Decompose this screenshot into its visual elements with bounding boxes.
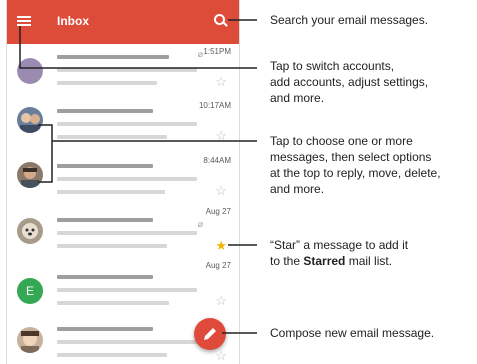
message-row[interactable]: ⌀ 1:51PM ☆ <box>7 44 239 100</box>
subject-line <box>57 122 197 126</box>
snippet-line <box>57 301 169 305</box>
subject-line <box>57 177 197 181</box>
sender-line <box>57 275 153 279</box>
snippet-line <box>57 353 167 357</box>
sender-line <box>57 218 153 222</box>
callout-star-pre: to the <box>270 254 304 268</box>
callout-compose: Compose new email message. <box>270 325 434 341</box>
callout-choose-line3: at the top to reply, move, delete, <box>270 166 441 180</box>
callout-search: Search your email messages. <box>270 12 428 28</box>
paperclip-icon: ⌀ <box>197 49 203 59</box>
avatar <box>17 162 43 188</box>
star-icon[interactable]: ☆ <box>215 74 227 90</box>
message-time: 1:51PM <box>203 47 231 56</box>
callout-search-text: Search your email messages. <box>270 13 429 27</box>
callout-star-post: mail list. <box>345 254 393 268</box>
avatar <box>17 327 43 353</box>
subject-line <box>57 288 197 292</box>
callout-compose-text: Compose new email message. <box>270 326 435 340</box>
subject-line <box>57 231 197 235</box>
phone-screen: Inbox ⌀ 1:51PM ☆ 10:17AM ☆ 8:44AM ☆ ⌀ Au… <box>6 0 240 364</box>
paperclip-icon: ⌀ <box>197 219 203 229</box>
callout-switch-line3: and more. <box>270 91 325 105</box>
sender-line <box>57 109 153 113</box>
star-icon[interactable]: ☆ <box>215 293 227 309</box>
compose-button[interactable] <box>194 318 226 350</box>
callout-switch-line1: Tap to switch accounts, <box>270 59 395 73</box>
avatar <box>17 218 43 244</box>
callout-star-line1: “Star” a message to add it <box>270 238 409 252</box>
message-row[interactable]: E Aug 27 ☆ <box>7 261 239 320</box>
avatar-letter: E <box>25 284 34 298</box>
pencil-icon <box>204 328 216 340</box>
avatar <box>17 107 43 133</box>
message-time: Aug 27 <box>205 261 231 270</box>
callout-choose-line2: messages, then select options <box>270 150 432 164</box>
star-icon[interactable]: ☆ <box>215 183 227 199</box>
message-time: Aug 27 <box>205 207 231 216</box>
star-icon[interactable]: ☆ <box>215 348 227 364</box>
message-time: 10:17AM <box>198 101 231 110</box>
search-icon[interactable] <box>214 14 228 28</box>
subject-line <box>57 68 197 72</box>
avatar: E <box>17 278 43 304</box>
subject-line <box>57 340 197 344</box>
snippet-line <box>57 244 167 248</box>
callout-star: “Star” a message to add it to the Starre… <box>270 237 408 269</box>
message-row[interactable]: ⌀ Aug 27 ★ <box>7 207 239 265</box>
sender-line <box>57 55 169 59</box>
callout-choose-line1: Tap to choose one or more <box>270 134 413 148</box>
star-icon[interactable]: ☆ <box>215 128 227 144</box>
menu-icon[interactable] <box>17 14 31 28</box>
callout-switch-line2: add accounts, adjust settings, <box>270 75 429 89</box>
callout-switch-accounts: Tap to switch accounts, add accounts, ad… <box>270 58 428 106</box>
callout-star-line2: to the Starred mail list. <box>270 253 408 269</box>
sender-line <box>57 164 153 168</box>
inbox-title: Inbox <box>57 14 89 28</box>
snippet-line <box>57 81 157 85</box>
star-filled-icon[interactable]: ★ <box>215 238 227 254</box>
snippet-line <box>57 190 165 194</box>
callout-star-bold: Starred <box>303 254 346 268</box>
snippet-line <box>57 135 167 139</box>
app-bar: Inbox <box>7 0 239 44</box>
message-row[interactable]: 10:17AM ☆ <box>7 99 239 155</box>
sender-line <box>57 327 153 331</box>
avatar <box>17 58 43 84</box>
message-row[interactable]: 8:44AM ☆ <box>7 154 239 210</box>
message-time: 8:44AM <box>203 156 231 165</box>
callout-choose-messages: Tap to choose one or more messages, then… <box>270 133 441 197</box>
callout-choose-line4: and more. <box>270 182 325 196</box>
